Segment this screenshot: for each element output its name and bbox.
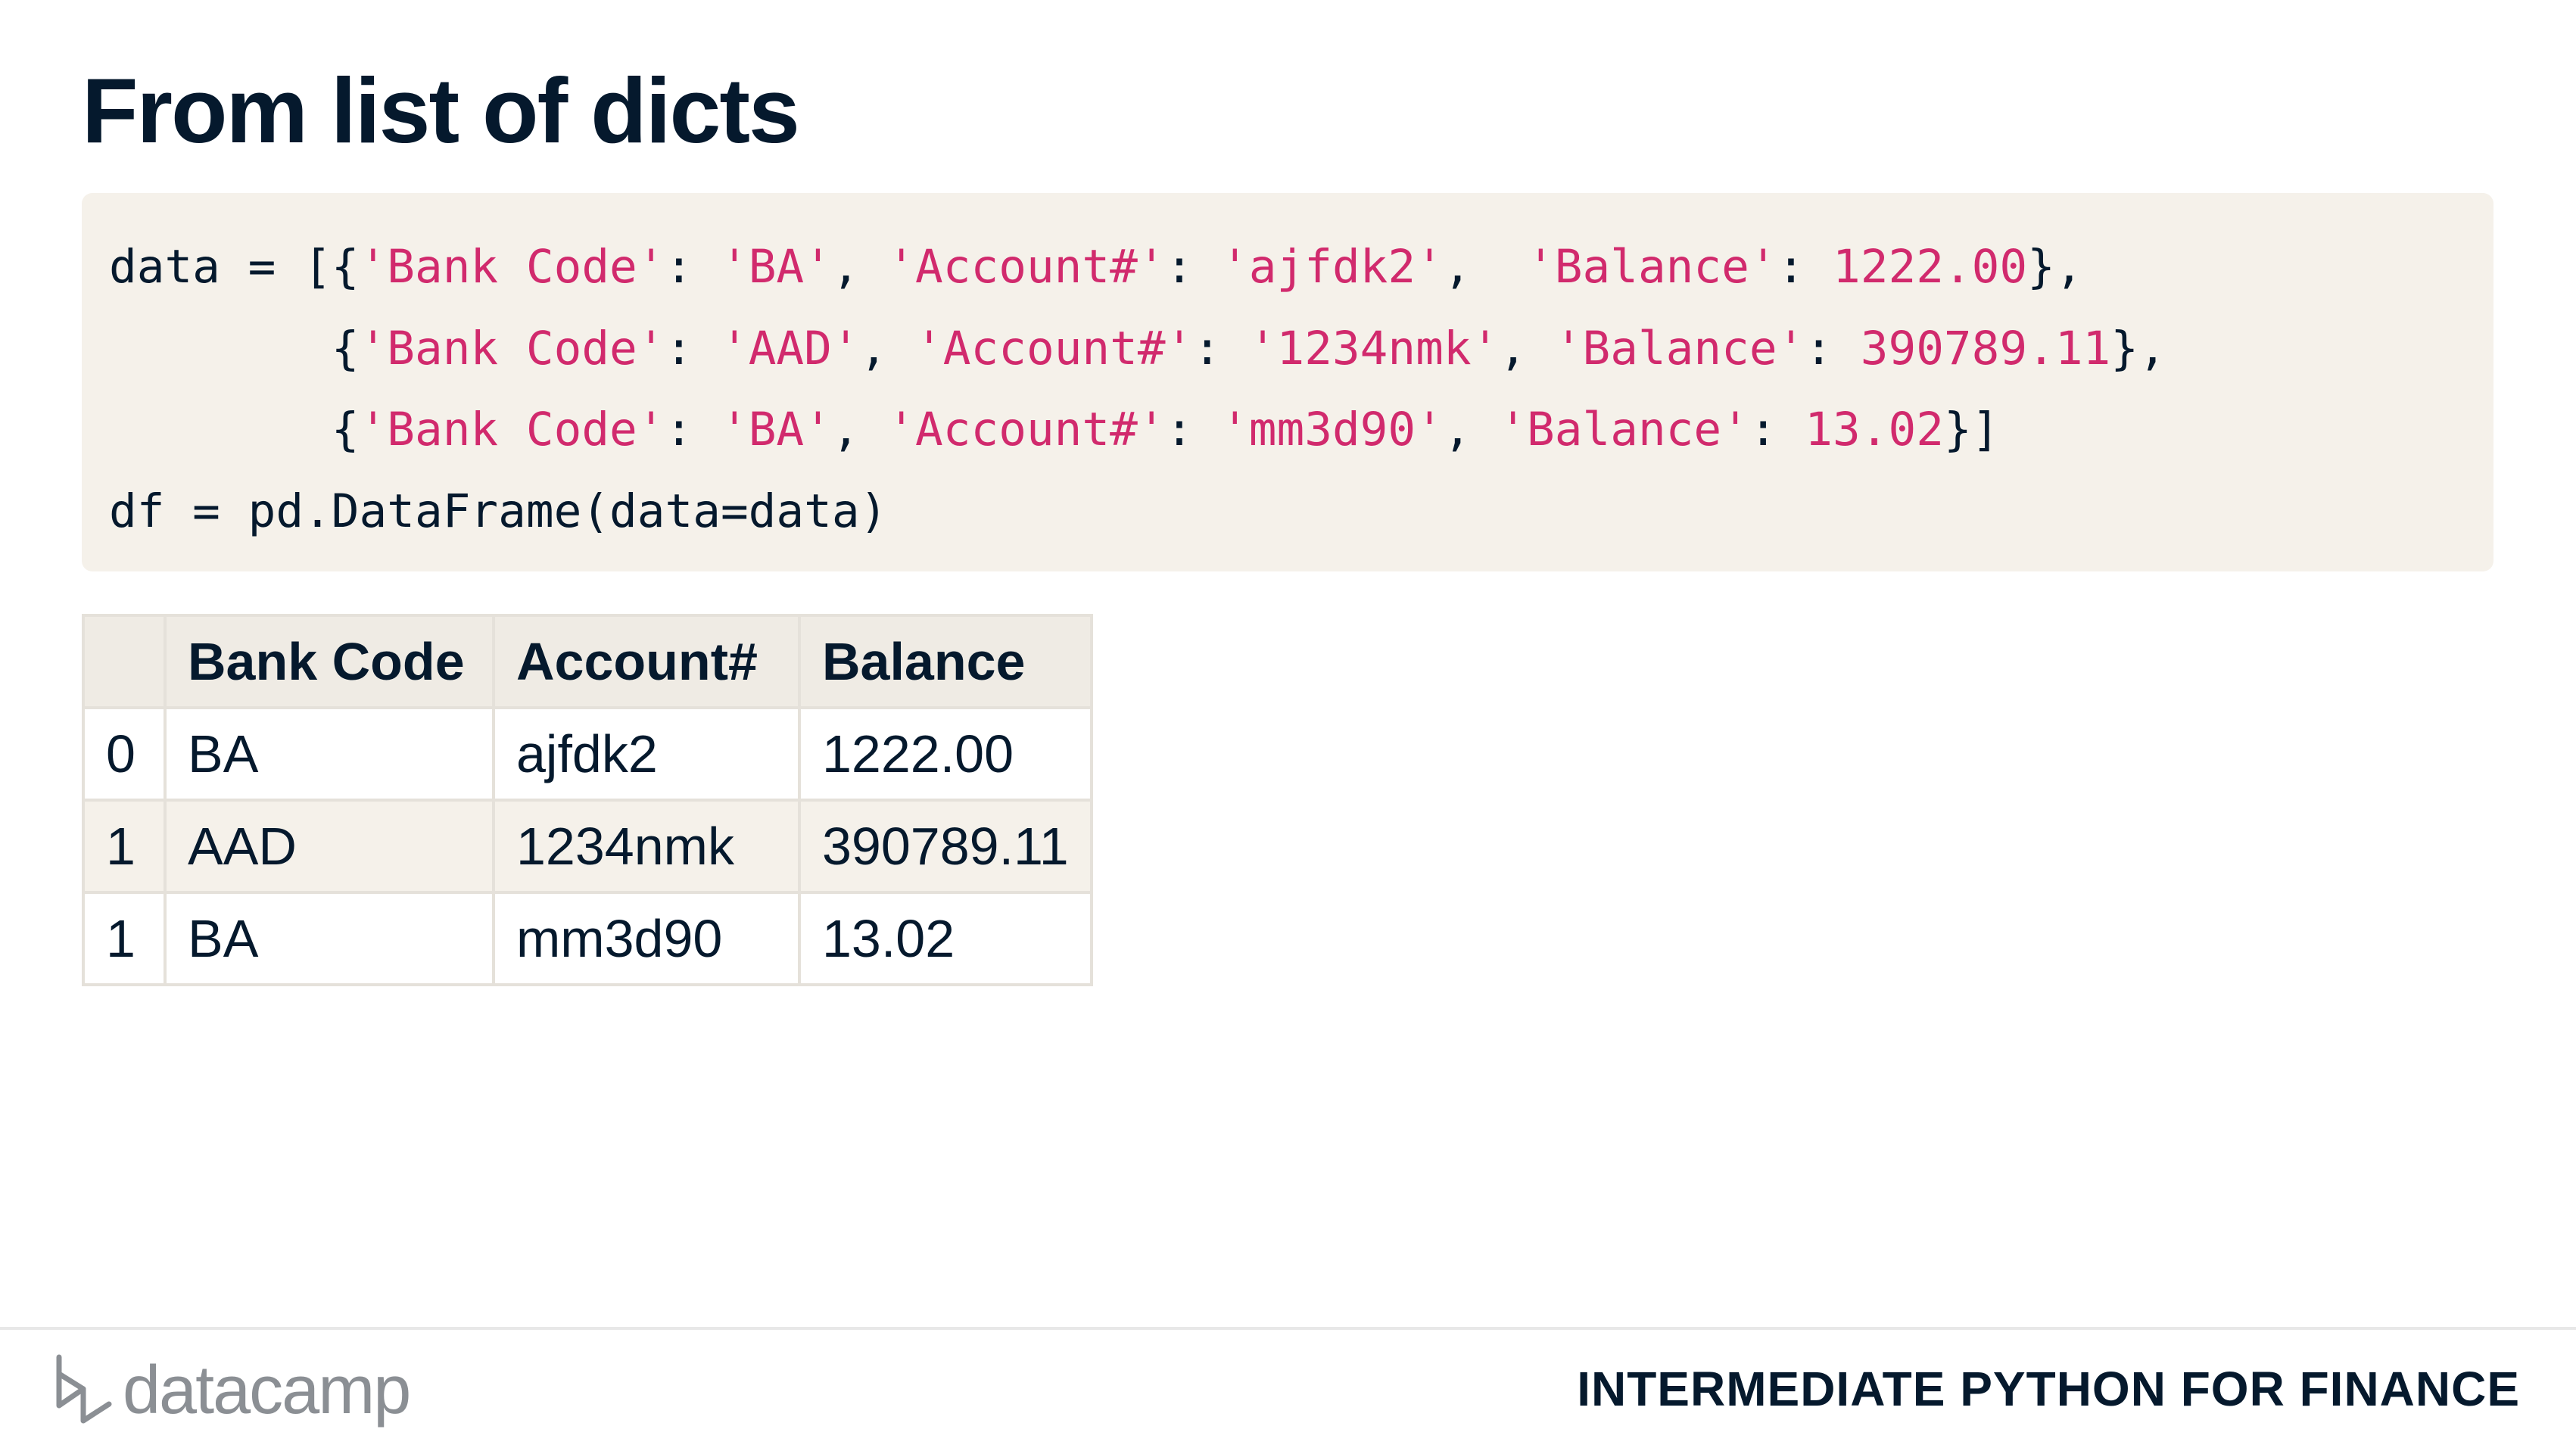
code-token: , <box>831 240 888 294</box>
table-row: 1 BA mm3d90 13.02 <box>82 891 1093 986</box>
course-title: INTERMEDIATE PYTHON FOR FINANCE <box>1577 1362 2520 1416</box>
code-line-2: {'Bank Code': 'AAD', 'Account#': '1234nm… <box>109 322 2166 375</box>
cell-account: mm3d90 <box>492 891 801 986</box>
logo-wordmark: datacamp <box>123 1353 411 1428</box>
footer-divider <box>0 1327 2576 1330</box>
code-token: : <box>1165 240 1222 294</box>
code-token: : <box>1805 321 1861 375</box>
cell-balance: 13.02 <box>798 891 1093 986</box>
cell-bank-code: BA <box>164 891 495 986</box>
code-token: }] <box>1943 403 2000 456</box>
column-header-bank-code: Bank Code <box>164 614 495 709</box>
code-token: { <box>109 403 360 456</box>
code-string: 'ajfdk2' <box>1221 240 1444 294</box>
code-token: }, <box>2110 321 2166 375</box>
code-string: 'Balance' <box>1499 403 1749 456</box>
code-token: : <box>665 403 721 456</box>
code-number: 1222.00 <box>1833 240 2028 294</box>
code-token: , <box>859 321 916 375</box>
code-token: : <box>1749 403 1805 456</box>
code-token: , <box>1443 403 1500 456</box>
row-index: 0 <box>82 706 167 802</box>
cell-account: ajfdk2 <box>492 706 801 802</box>
code-string: 'Bank Code' <box>359 403 665 456</box>
code-string: 'Account#' <box>915 321 1194 375</box>
row-index: 1 <box>82 891 167 986</box>
table-header-row: Bank Code Account# Balance <box>82 614 1093 709</box>
row-index: 1 <box>82 799 167 894</box>
code-token: { <box>109 321 360 375</box>
code-string: 'Account#' <box>887 403 1166 456</box>
column-header-balance: Balance <box>798 614 1093 709</box>
cell-balance: 390789.11 <box>798 799 1093 894</box>
cell-bank-code: AAD <box>164 799 495 894</box>
code-token: }, <box>2027 240 2083 294</box>
code-number: 13.02 <box>1805 403 1944 456</box>
code-token: , <box>1443 240 1528 294</box>
datacamp-logo-icon <box>53 1351 114 1431</box>
code-string: 'Account#' <box>887 240 1166 294</box>
table-row: 1 AAD 1234nmk 390789.11 <box>82 799 1093 894</box>
code-string: 'AAD' <box>720 321 860 375</box>
code-string: 'Bank Code' <box>359 321 665 375</box>
table-row: 0 BA ajfdk2 1222.00 <box>82 706 1093 802</box>
code-token: : <box>665 240 721 294</box>
code-string: 'BA' <box>720 240 832 294</box>
code-line-4: df = pd.DataFrame(data=data) <box>109 484 888 538</box>
code-token: , <box>1499 321 1555 375</box>
slide-title: From list of dicts <box>82 59 800 162</box>
code-string: 'Bank Code' <box>359 240 665 294</box>
code-line-1: data = [{'Bank Code': 'BA', 'Account#': … <box>109 240 2083 294</box>
cell-account: 1234nmk <box>492 799 801 894</box>
cell-balance: 1222.00 <box>798 706 1093 802</box>
code-block: data = [{'Bank Code': 'BA', 'Account#': … <box>82 193 2493 571</box>
code-token: data = [{ <box>109 240 360 294</box>
cell-bank-code: BA <box>164 706 495 802</box>
code-number: 390789.11 <box>1860 321 2111 375</box>
index-header <box>82 614 167 709</box>
code-string: 'Balance' <box>1554 321 1805 375</box>
code-token: : <box>1193 321 1249 375</box>
code-token: : <box>1165 403 1222 456</box>
dataframe-table: Bank Code Account# Balance 0 BA ajfdk2 1… <box>82 614 1093 986</box>
column-header-account: Account# <box>492 614 801 709</box>
code-string: 'mm3d90' <box>1221 403 1444 456</box>
code-string: '1234nmk' <box>1248 321 1500 375</box>
code-token: , <box>831 403 888 456</box>
code-token: : <box>665 321 721 375</box>
code-token: : <box>1777 240 1833 294</box>
datacamp-logo: datacamp <box>53 1349 411 1432</box>
code-string: 'Balance' <box>1527 240 1777 294</box>
code-text: data = [{'Bank Code': 'BA', 'Account#': … <box>109 226 2166 552</box>
code-string: 'BA' <box>720 403 832 456</box>
code-line-3: {'Bank Code': 'BA', 'Account#': 'mm3d90'… <box>109 403 2000 456</box>
